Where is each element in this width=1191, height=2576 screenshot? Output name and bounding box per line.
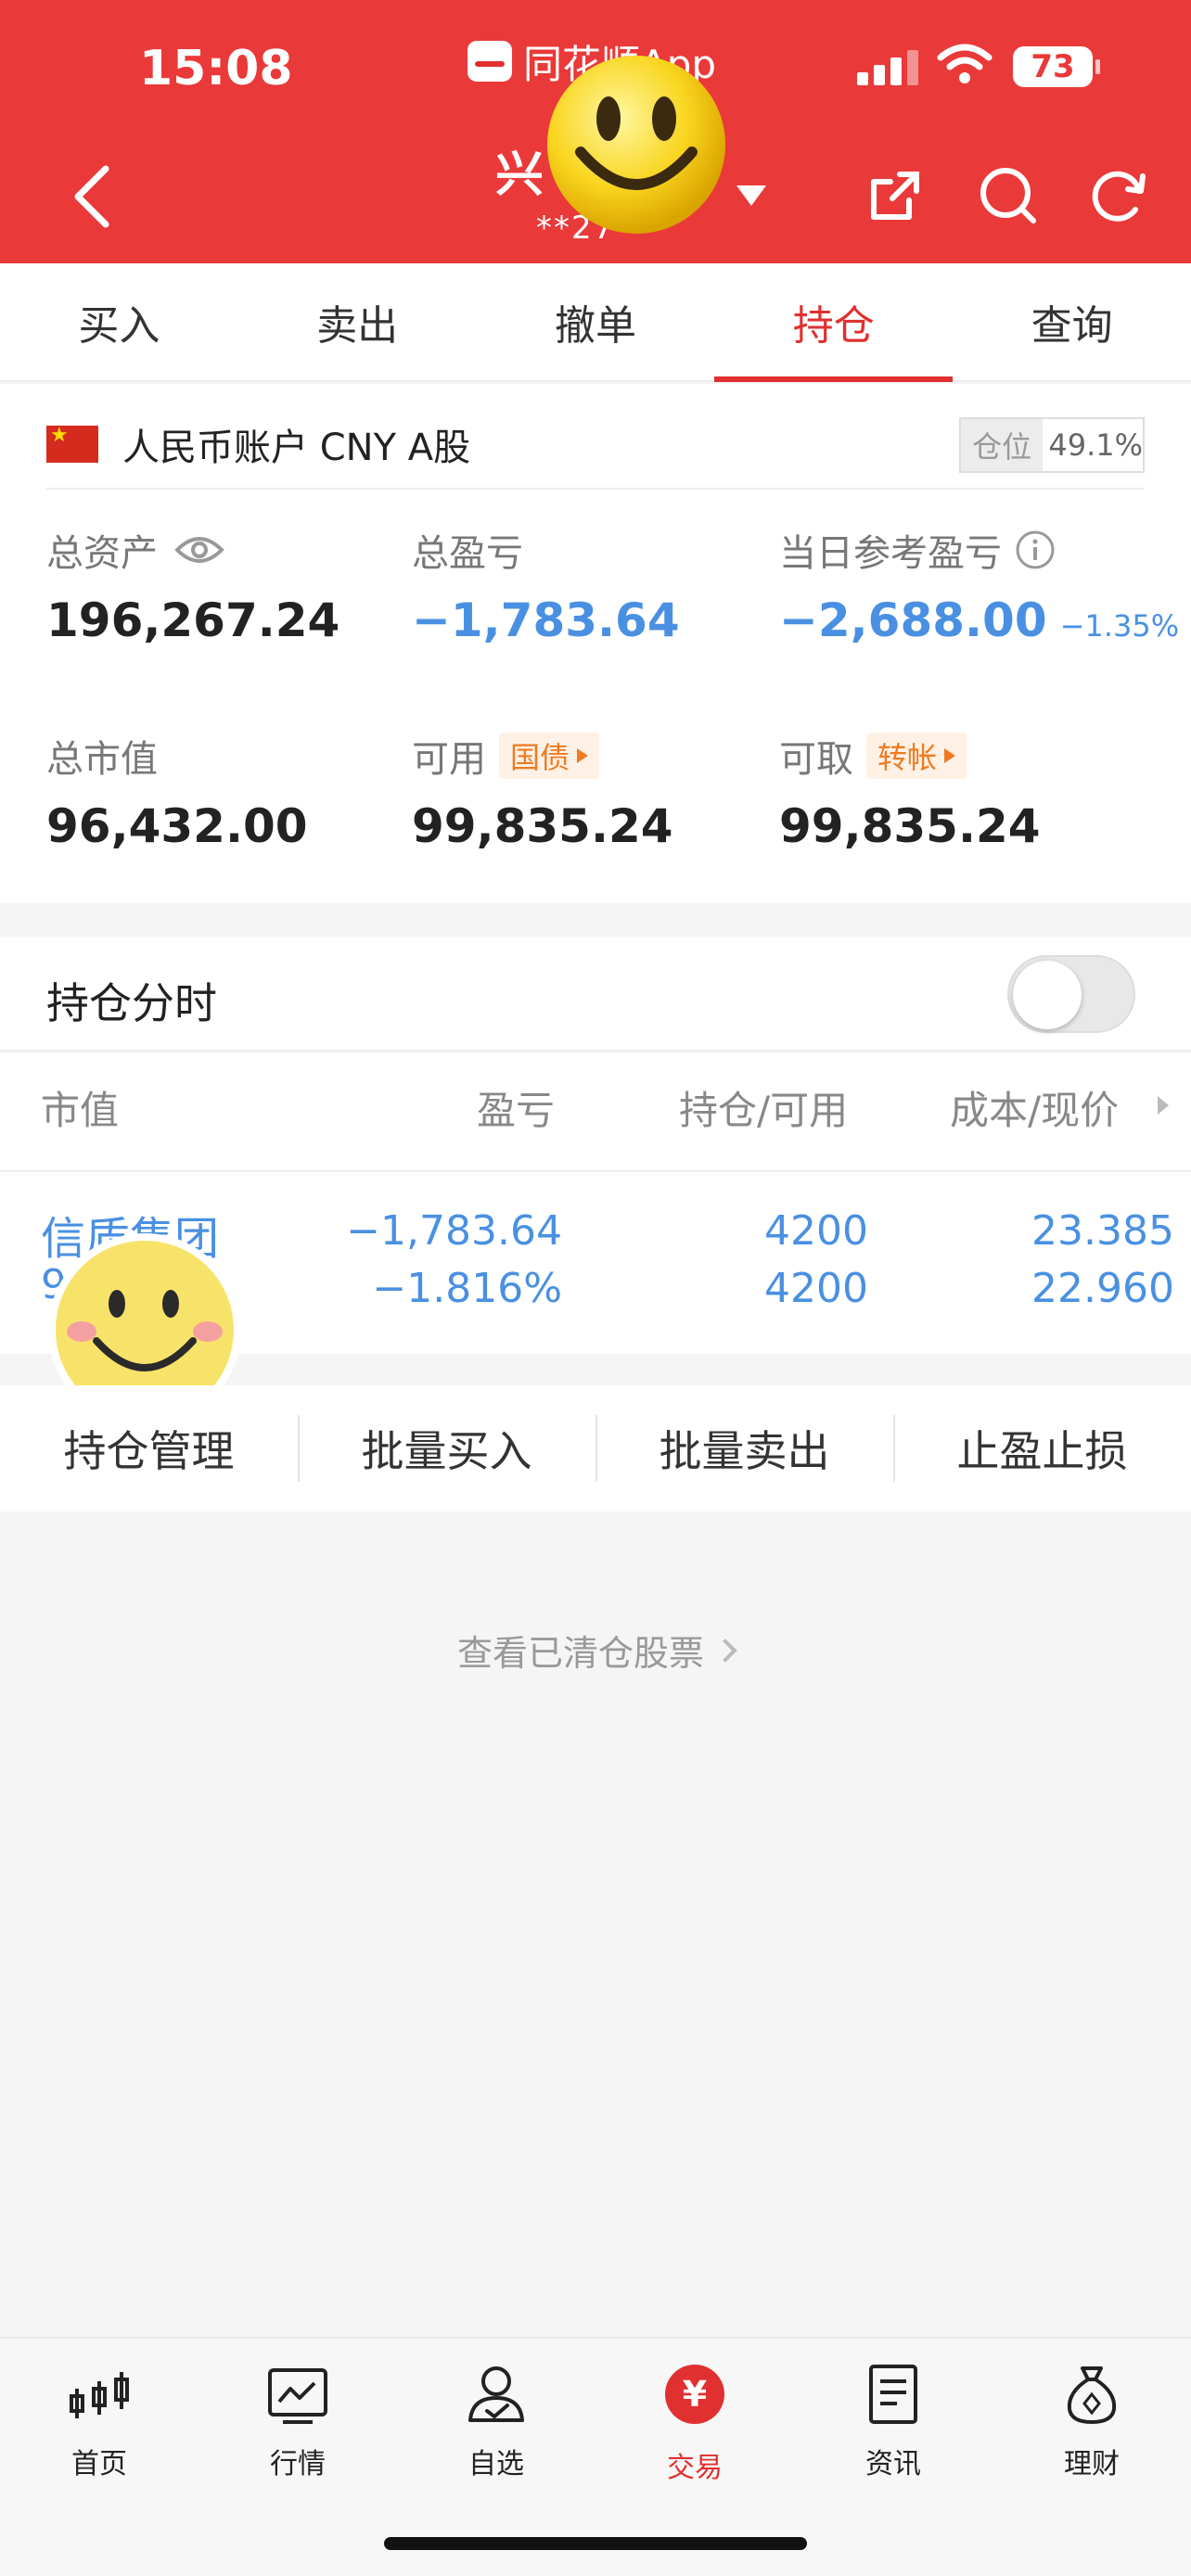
holdings-action-bar: 持仓管理 批量买入 批量卖出 止盈止损 — [0, 1385, 1191, 1511]
transfer-tag[interactable]: 转帐 — [866, 733, 967, 779]
position-ratio-badge: 仓位 49.1% — [959, 417, 1145, 473]
nav-news[interactable]: 资讯 — [794, 2339, 992, 2576]
cellular-signal-icon — [857, 48, 920, 85]
app-logo-icon — [467, 41, 512, 82]
position-timeline-row: 持仓分时 — [0, 937, 1191, 1052]
treasury-bond-tag[interactable]: 国债 — [499, 733, 600, 779]
stat-total-assets: 总资产 196,267.24 — [46, 523, 339, 647]
tab-sell[interactable]: 卖出 — [238, 263, 477, 380]
refresh-icon[interactable] — [1085, 163, 1150, 228]
back-arrow-icon[interactable] — [65, 159, 121, 234]
account-name[interactable]: 兴 — [495, 135, 544, 205]
position-timeline-label: 持仓分时 — [46, 978, 217, 1028]
stat-daily-pnl: 当日参考盈亏 −2,688.00 −1.35% — [779, 523, 1179, 647]
battery-indicator: 73 — [1013, 46, 1100, 87]
stat-withdrawable: 可取 转帐 99,835.24 — [779, 729, 1041, 853]
header-holding-available[interactable]: 持仓/可用 — [679, 1079, 848, 1136]
stock-pnl-pct: −1.816% — [372, 1265, 562, 1312]
account-row: 人民币账户 CNY A股 仓位 49.1% — [46, 401, 1145, 490]
smiley-sticker-icon — [547, 56, 725, 234]
wifi-icon — [937, 44, 992, 83]
share-icon[interactable] — [863, 163, 928, 228]
nav-market[interactable]: 行情 — [198, 2339, 397, 2576]
account-dropdown-icon[interactable] — [733, 182, 770, 210]
user-check-icon — [468, 2366, 524, 2422]
market-value-label: 总市值 — [46, 738, 158, 781]
moneybag-icon — [1067, 2366, 1117, 2424]
candlestick-icon — [70, 2372, 129, 2418]
stock-price: 22.960 — [1031, 1265, 1174, 1312]
account-summary-card: 人民币账户 CNY A股 仓位 49.1% 总资产 196,267.24 总盈亏… — [0, 384, 1191, 903]
scroll-right-icon[interactable] — [1158, 1096, 1169, 1115]
triangle-right-icon — [944, 748, 956, 763]
tab-cancel[interactable]: 撤单 — [477, 263, 715, 380]
search-icon[interactable] — [976, 163, 1041, 228]
total-assets-value: 196,267.24 — [46, 593, 340, 647]
info-icon[interactable] — [1015, 529, 1056, 570]
eye-icon[interactable] — [174, 533, 224, 567]
position-ratio-value: 49.1% — [1048, 427, 1143, 463]
stat-market-value: 总市值 96,432.00 — [46, 729, 308, 853]
nav-wealth[interactable]: 理财 — [992, 2339, 1191, 2576]
tab-query[interactable]: 查询 — [953, 263, 1191, 380]
stat-available: 可用 国债 99,835.24 — [412, 729, 673, 853]
status-time: 15:08 — [139, 41, 293, 96]
triangle-right-icon — [577, 748, 589, 763]
batch-buy-button[interactable]: 批量买入 — [298, 1385, 596, 1511]
total-assets-label: 总资产 — [46, 532, 158, 575]
header-cost-price[interactable]: 成本/现价 — [950, 1079, 1119, 1136]
daily-pnl-pct: −1.35% — [1059, 608, 1180, 644]
chart-icon — [268, 2368, 327, 2424]
stat-total-pnl: 总盈亏 −1,783.64 — [412, 523, 680, 647]
header-pnl[interactable]: 盈亏 — [477, 1079, 555, 1136]
tab-holdings[interactable]: 持仓 — [714, 263, 953, 382]
batch-sell-button[interactable]: 批量卖出 — [596, 1385, 893, 1511]
withdrawable-value: 99,835.24 — [779, 799, 1041, 853]
header-market-value: 市值 — [41, 1088, 120, 1133]
stock-available: 4200 — [764, 1265, 868, 1312]
available-label: 可用 — [412, 738, 486, 781]
withdrawable-label: 可取 — [779, 738, 853, 781]
daily-pnl-value: −2,688.00 — [779, 593, 1047, 647]
toggle-knob — [1013, 961, 1082, 1029]
stock-pnl: −1,783.64 — [346, 1207, 562, 1255]
tab-buy[interactable]: 买入 — [0, 263, 238, 380]
trade-tabs: 买入 卖出 撤单 持仓 查询 — [0, 263, 1191, 382]
header: 15:08 同花顺App 73 兴 **27 — [0, 0, 1191, 263]
nav-home[interactable]: 首页 — [0, 2339, 198, 2576]
account-label: 人民币账户 CNY A股 — [122, 427, 471, 469]
stock-holding: 4200 — [764, 1207, 868, 1255]
document-icon — [869, 2365, 917, 2424]
view-cleared-stocks-link[interactable]: 查看已清仓股票 — [0, 1625, 1191, 1676]
position-management-button[interactable]: 持仓管理 — [0, 1385, 298, 1511]
china-flag-icon — [46, 424, 98, 463]
market-value-value: 96,432.00 — [46, 799, 308, 853]
chevron-right-icon — [713, 1638, 737, 1663]
total-pnl-label: 总盈亏 — [412, 532, 523, 575]
take-profit-stop-loss-button[interactable]: 止盈止损 — [893, 1385, 1191, 1511]
position-timeline-toggle[interactable] — [1007, 955, 1135, 1033]
total-pnl-value: −1,783.64 — [412, 593, 680, 647]
available-value: 99,835.24 — [412, 799, 673, 853]
daily-pnl-label: 当日参考盈亏 — [779, 532, 1002, 575]
home-indicator[interactable] — [384, 2537, 807, 2550]
yuan-icon: ¥ — [665, 2365, 724, 2424]
position-ratio-label: 仓位 — [961, 419, 1044, 471]
stock-cost: 23.385 — [1031, 1207, 1174, 1255]
